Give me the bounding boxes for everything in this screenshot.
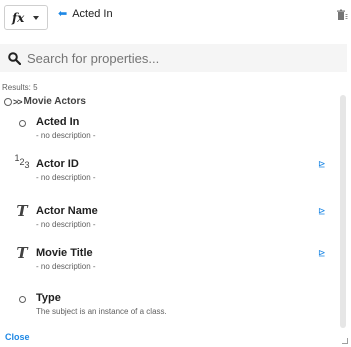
property-name: Acted In <box>36 116 80 128</box>
circle-icon <box>4 97 12 106</box>
close-button[interactable]: Close <box>5 332 30 342</box>
property-name: Type <box>36 292 61 304</box>
property-description: - no description - <box>36 262 96 271</box>
search-bar <box>0 44 347 72</box>
function-icon: fx <box>12 10 25 25</box>
filter-icon[interactable]: ⊵ <box>318 207 326 216</box>
circle-icon <box>18 296 26 303</box>
group-header[interactable]: >> Movie Actors <box>4 96 86 107</box>
results-count: Results: 5 <box>2 83 38 92</box>
chevron-down-icon <box>33 16 39 20</box>
text-type-icon: T <box>16 202 28 220</box>
property-name: Actor Name <box>36 205 98 217</box>
double-chevron-right-icon: >> <box>13 96 22 107</box>
filter-icon[interactable]: ⊵ <box>318 249 326 258</box>
function-dropdown[interactable]: fx <box>4 5 48 30</box>
number-type-icon: 123 <box>14 153 30 170</box>
delete-icon[interactable] <box>336 9 348 21</box>
property-name: Actor ID <box>36 158 79 170</box>
search-icon <box>8 51 21 65</box>
scrollbar[interactable] <box>340 95 346 328</box>
arrow-left-icon: ⬅ <box>58 7 68 20</box>
group-label: Movie Actors <box>23 96 86 107</box>
text-type-icon: T <box>16 244 28 262</box>
property-description: - no description - <box>36 173 96 182</box>
resize-handle-icon[interactable] <box>342 338 348 344</box>
back-link-label: Acted In <box>72 8 113 20</box>
property-description: - no description - <box>36 131 96 140</box>
back-to-acted-in-link[interactable]: ⬅ Acted In <box>58 8 113 20</box>
filter-icon[interactable]: ⊵ <box>318 160 326 169</box>
search-input[interactable] <box>27 50 327 66</box>
property-description: The subject is an instance of a class. <box>36 307 167 316</box>
circle-icon <box>18 120 26 127</box>
property-description: - no description - <box>36 220 96 229</box>
property-name: Movie Title <box>36 247 93 259</box>
